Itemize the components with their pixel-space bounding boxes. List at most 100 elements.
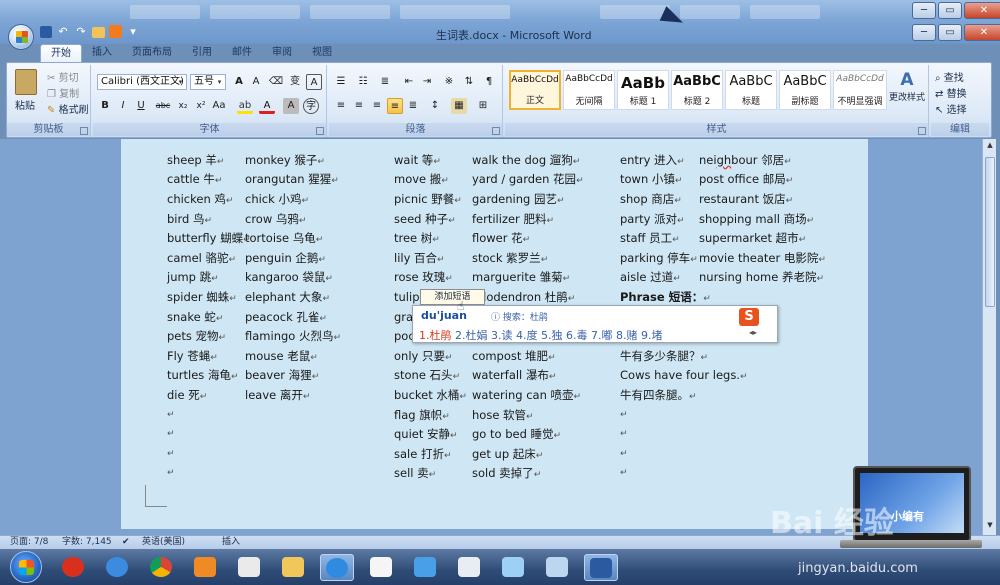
style-no-spacing[interactable]: AaBbCcDd 无间隔 — [563, 70, 615, 110]
quick-tool-icon[interactable] — [109, 25, 122, 38]
paste-button[interactable]: 粘贴 — [15, 97, 35, 112]
phonetic-guide-icon[interactable]: 变 — [287, 74, 303, 90]
paste-icon[interactable] — [15, 69, 37, 95]
increase-indent-icon[interactable]: ⇥ — [419, 74, 435, 90]
tab-insert[interactable]: 插入 — [82, 44, 122, 62]
qq-browser-icon[interactable] — [320, 554, 354, 581]
align-center-icon[interactable]: ≡ — [351, 98, 367, 114]
multilevel-list-icon[interactable]: ≣ — [377, 74, 393, 90]
ime-candidate[interactable]: 7.嘟 — [591, 329, 613, 342]
scroll-down-icon[interactable]: ▼ — [985, 521, 995, 531]
char-shading-icon[interactable]: A — [283, 98, 299, 114]
style-heading-1[interactable]: AaBb 标题 1 — [617, 70, 669, 110]
paragraph-launcher-icon[interactable] — [492, 127, 500, 135]
grow-font-icon[interactable]: A — [231, 74, 247, 90]
office-button[interactable] — [8, 24, 34, 50]
ime-candidate[interactable]: 5.独 — [541, 329, 563, 342]
network-app-icon[interactable] — [496, 554, 530, 581]
ime-candidate[interactable]: 4.度 — [516, 329, 538, 342]
chinese-layout-icon[interactable]: ※ — [441, 74, 457, 90]
ime-search-link[interactable]: ⓘ 搜索：杜鹃 — [491, 310, 548, 323]
style-title[interactable]: AaBbC 标题 — [725, 70, 777, 110]
taskbar-app-icon[interactable] — [56, 554, 90, 581]
style-normal[interactable]: AaBbCcDd 正文 — [509, 70, 561, 110]
save-icon[interactable] — [40, 26, 52, 38]
styles-launcher-icon[interactable] — [918, 127, 926, 135]
font-color-icon[interactable]: A — [259, 98, 275, 114]
distributed-icon[interactable]: ≣ — [405, 98, 421, 114]
open-folder-icon[interactable] — [92, 27, 105, 38]
enclose-char-icon[interactable]: 字 — [303, 98, 319, 114]
bullets-icon[interactable]: ☰ — [333, 74, 349, 90]
replace-button[interactable]: ⇄ 替换 — [935, 85, 967, 100]
scroll-up-icon[interactable]: ▲ — [985, 141, 995, 151]
tab-home[interactable]: 开始 — [40, 44, 82, 62]
page-count[interactable]: 页面: 7/8 — [10, 536, 48, 549]
word-count[interactable]: 字数: 7,145 — [62, 536, 112, 549]
folder-icon[interactable] — [276, 554, 310, 581]
insert-mode[interactable]: 插入 — [222, 536, 240, 549]
superscript-icon[interactable]: x² — [193, 98, 209, 114]
tab-view[interactable]: 视图 — [302, 44, 342, 62]
find-button[interactable]: ⌕ 查找 — [935, 69, 964, 84]
ime-candidate[interactable]: 6.毒 — [566, 329, 588, 342]
tab-page-layout[interactable]: 页面布局 — [122, 44, 182, 62]
italic-icon[interactable]: I — [115, 98, 131, 114]
customize-qat-icon[interactable]: ▾ — [126, 25, 140, 39]
media-player-icon[interactable] — [188, 554, 222, 581]
change-case-icon[interactable]: Aa — [211, 98, 227, 114]
ime-candidate[interactable]: 2.杜娟 — [455, 329, 488, 342]
shading-icon[interactable]: ▦ — [451, 98, 467, 114]
change-styles-button[interactable]: A 更改样式 — [889, 70, 925, 114]
style-subtitle[interactable]: AaBbC 副标题 — [779, 70, 831, 110]
borders-icon[interactable]: ⊞ — [475, 98, 491, 114]
font-launcher-icon[interactable] — [316, 127, 324, 135]
chrome-icon[interactable] — [144, 554, 178, 581]
style-heading-2[interactable]: AaBbC 标题 2 — [671, 70, 723, 110]
highlight-icon[interactable]: ab — [237, 98, 253, 114]
ime-candidate[interactable]: 1.杜鹃 — [419, 329, 452, 342]
numbering-icon[interactable]: ☷ — [355, 74, 371, 90]
proofing-icon[interactable]: ✔ — [122, 536, 130, 549]
justify-icon[interactable]: ≡ — [387, 98, 403, 114]
char-border-icon[interactable]: A — [306, 74, 322, 90]
start-button[interactable] — [10, 551, 42, 583]
restore-button[interactable]: ▭ — [938, 24, 962, 41]
style-subtle-emphasis[interactable]: AaBbCcDd 不明显强调 — [833, 70, 887, 110]
undo-icon[interactable]: ↶ — [56, 25, 70, 39]
outer-maximize-button[interactable]: ▭ — [938, 2, 962, 19]
outer-minimize-button[interactable]: ─ — [912, 2, 936, 19]
add-phrase-tooltip[interactable]: 添加短语 — [420, 289, 485, 305]
shrink-font-icon[interactable]: A — [248, 74, 264, 90]
font-size-combo[interactable]: 五号 ▾ — [190, 74, 226, 90]
sort-icon[interactable]: ⇅ — [461, 74, 477, 90]
notepad-icon[interactable] — [540, 554, 574, 581]
ie-browser-icon[interactable] — [100, 554, 134, 581]
document-viewer-icon[interactable] — [364, 554, 398, 581]
clear-format-icon[interactable]: ⌫ — [268, 74, 284, 90]
settings-app-icon[interactable] — [452, 554, 486, 581]
select-button[interactable]: ↖ 选择 — [935, 101, 967, 116]
clipboard-launcher-icon[interactable] — [80, 127, 88, 135]
strikethrough-icon[interactable]: abc — [155, 98, 171, 114]
tab-review[interactable]: 审阅 — [262, 44, 302, 62]
subscript-icon[interactable]: x₂ — [175, 98, 191, 114]
monitor-app-icon[interactable] — [408, 554, 442, 581]
scrollbar-thumb[interactable] — [985, 157, 995, 307]
bold-icon[interactable]: B — [97, 98, 113, 114]
redo-icon[interactable]: ↷ — [74, 25, 88, 39]
underline-icon[interactable]: U — [133, 98, 149, 114]
word-app-icon[interactable] — [584, 554, 618, 581]
align-left-icon[interactable]: ≡ — [333, 98, 349, 114]
format-painter-button[interactable]: ✎ 格式刷 — [47, 101, 89, 116]
ime-candidate[interactable]: 8.赌 — [616, 329, 638, 342]
tab-mailings[interactable]: 邮件 — [222, 44, 262, 62]
outer-close-button[interactable]: ✕ — [964, 2, 1000, 19]
ime-candidate[interactable]: 3.读 — [491, 329, 513, 342]
language-indicator[interactable]: 英语(美国) — [142, 536, 185, 549]
decrease-indent-icon[interactable]: ⇤ — [401, 74, 417, 90]
align-right-icon[interactable]: ≡ — [369, 98, 385, 114]
show-marks-icon[interactable]: ¶ — [481, 74, 497, 90]
font-name-combo[interactable]: Calibri (西文正文) ▾ — [97, 74, 187, 90]
vertical-scrollbar[interactable]: ▲ ▼ — [982, 139, 996, 535]
